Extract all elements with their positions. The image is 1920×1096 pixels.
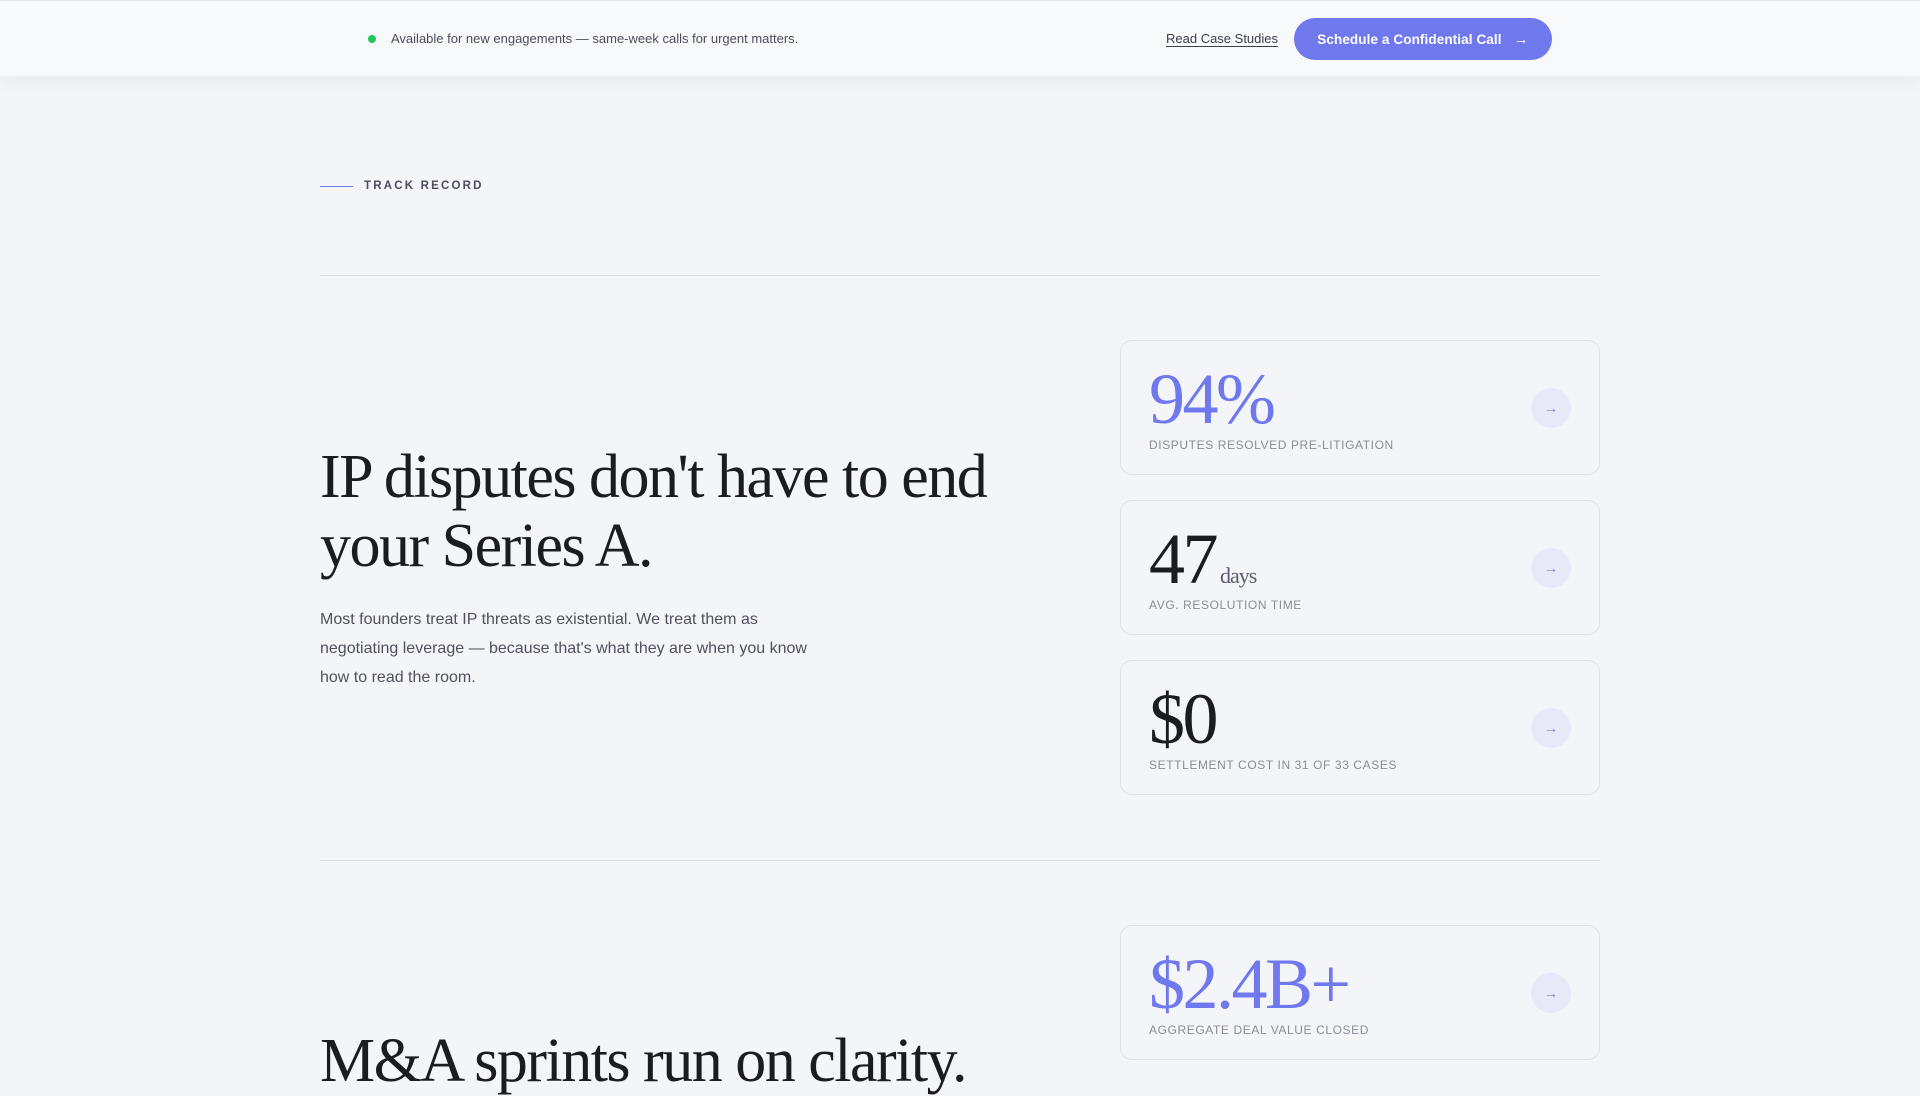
arrow-right-icon: → xyxy=(1544,560,1558,576)
section-eyebrow: TRACK RECORD xyxy=(320,180,484,192)
stat-value: $2.4B+ xyxy=(1149,944,1351,1024)
stat-arrow-button[interactable]: → xyxy=(1531,548,1571,588)
status-dot-icon xyxy=(368,34,376,43)
stat-arrow-button[interactable]: → xyxy=(1531,973,1571,1013)
stat-label: AGGREGATE DEAL VALUE CLOSED xyxy=(1149,1023,1370,1037)
eyebrow-label: TRACK RECORD xyxy=(364,180,484,192)
schedule-call-button[interactable]: Schedule a Confidential Call → xyxy=(1294,18,1552,60)
stat-number: $0 xyxy=(1149,679,1219,759)
stat-number: 47 xyxy=(1149,519,1219,599)
section-divider xyxy=(320,275,1600,276)
top-bar: Available for new engagements — same-wee… xyxy=(0,0,1920,76)
stat-label: DISPUTES RESOLVED PRE-LITIGATION xyxy=(1149,438,1394,452)
stat-card[interactable]: $2.4B+ AGGREGATE DEAL VALUE CLOSED → xyxy=(1120,925,1600,1060)
stat-number: $2.4B+ xyxy=(1149,944,1351,1024)
eyebrow-line xyxy=(320,185,353,187)
stat-arrow-button[interactable]: → xyxy=(1531,708,1571,748)
arrow-right-icon: → xyxy=(1544,720,1558,736)
schedule-call-label: Schedule a Confidential Call xyxy=(1317,31,1502,47)
arrow-right-icon: → xyxy=(1544,400,1558,416)
availability-text: Available for new engagements — same-wee… xyxy=(391,31,799,46)
stat-number: 94% xyxy=(1149,359,1276,439)
stat-arrow-button[interactable]: → xyxy=(1531,388,1571,428)
practice-headline: IP disputes don't have to end your Serie… xyxy=(320,443,988,580)
stat-unit: days xyxy=(1220,563,1257,588)
stat-value: $0 xyxy=(1149,679,1219,759)
practice-headline: M&A sprints run on clarity. xyxy=(320,1027,968,1095)
stat-label: AVG. RESOLUTION TIME xyxy=(1149,598,1302,612)
stat-card[interactable]: 94% DISPUTES RESOLVED PRE-LITIGATION → xyxy=(1120,340,1600,475)
stat-label: SETTLEMENT COST IN 31 OF 33 CASES xyxy=(1149,758,1398,772)
arrow-right-icon: → xyxy=(1513,30,1529,48)
stat-card[interactable]: $0 SETTLEMENT COST IN 31 OF 33 CASES → xyxy=(1120,660,1600,795)
read-case-studies-link[interactable]: Read Case Studies xyxy=(1166,31,1278,46)
stat-card[interactable]: 47 days AVG. RESOLUTION TIME → xyxy=(1120,500,1600,635)
arrow-right-icon: → xyxy=(1544,985,1558,1001)
availability-notice: Available for new engagements — same-wee… xyxy=(368,31,798,46)
section-divider xyxy=(320,860,1600,861)
practice-description: Most founders treat IP threats as existe… xyxy=(320,611,807,686)
stat-value: 94% xyxy=(1149,359,1276,439)
